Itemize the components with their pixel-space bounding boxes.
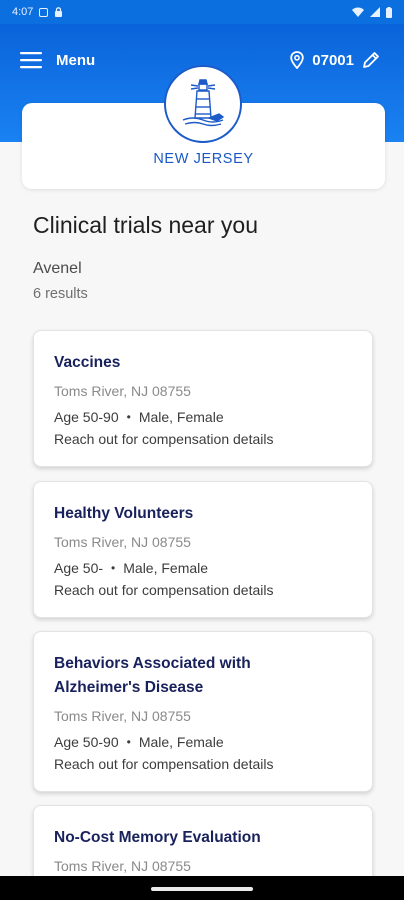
trial-title-line: Healthy Volunteers <box>54 505 194 522</box>
menu-button[interactable]: Menu <box>20 48 95 72</box>
edit-pencil-icon[interactable] <box>362 51 380 69</box>
battery-icon <box>386 6 392 18</box>
notification-icon <box>39 7 49 17</box>
trial-age: Age 50-90 <box>54 409 119 425</box>
trial-title-line: Behaviors Associated with <box>54 655 251 672</box>
trial-title: No-Cost Memory Evaluation <box>54 826 352 850</box>
trial-card-healthy-volunteers[interactable]: Healthy Volunteers Toms River, NJ 08755 … <box>33 481 373 618</box>
location-pin-icon <box>290 51 304 69</box>
separator-dot: • <box>126 735 131 749</box>
trial-gender: Male, Female <box>123 560 209 576</box>
lock-icon <box>55 7 63 17</box>
trial-age: Age 50-90 <box>54 734 119 750</box>
state-name: NEW JERSEY <box>153 151 254 167</box>
trial-location: Toms River, NJ 08755 <box>54 708 191 724</box>
lighthouse-icon <box>164 65 242 143</box>
page-title: Clinical trials near you <box>33 212 258 238</box>
trial-title-line: Vaccines <box>54 354 121 371</box>
trial-age: Age 50- <box>54 560 104 576</box>
trial-location: Toms River, NJ 08755 <box>54 858 191 874</box>
zip-code: 07001 <box>312 51 354 69</box>
signal-icon <box>370 7 380 17</box>
city-name: Avenel <box>33 260 82 277</box>
trial-gender: Male, Female <box>138 409 224 425</box>
trial-title: Vaccines <box>54 351 352 375</box>
status-bar: 4:07 <box>0 0 404 24</box>
trial-title-line: No-Cost Memory Evaluation <box>54 829 261 846</box>
trial-location: Toms River, NJ 08755 <box>54 383 191 399</box>
menu-label: Menu <box>56 51 96 69</box>
trial-card-alzheimers[interactable]: Behaviors Associated with Alzheimer's Di… <box>33 631 373 792</box>
trial-card-vaccines[interactable]: Vaccines Toms River, NJ 08755 Age 50-90 … <box>33 330 373 467</box>
status-time: 4:07 <box>12 6 34 18</box>
trial-compensation: Reach out for compensation details <box>54 756 274 772</box>
trial-gender: Male, Female <box>138 734 224 750</box>
wifi-icon <box>352 7 364 17</box>
trial-compensation: Reach out for compensation details <box>54 582 274 598</box>
hamburger-icon <box>20 52 42 69</box>
trial-title: Healthy Volunteers <box>54 502 352 526</box>
separator-dot: • <box>111 561 116 575</box>
location-zip[interactable]: 07001 <box>290 48 380 72</box>
trial-compensation: Reach out for compensation details <box>54 431 274 447</box>
results-count: 6 results <box>33 286 88 302</box>
separator-dot: • <box>126 410 131 424</box>
trial-location: Toms River, NJ 08755 <box>54 534 191 550</box>
trial-title: Behaviors Associated with Alzheimer's Di… <box>54 652 352 700</box>
trial-title-line: Alzheimer's Disease <box>54 679 204 696</box>
trial-eligibility: Age 50- • Male, Female <box>54 558 352 578</box>
trial-eligibility: Age 50-90 • Male, Female <box>54 732 352 752</box>
home-gesture-handle[interactable] <box>151 887 253 891</box>
trial-eligibility: Age 50-90 • Male, Female <box>54 407 352 427</box>
